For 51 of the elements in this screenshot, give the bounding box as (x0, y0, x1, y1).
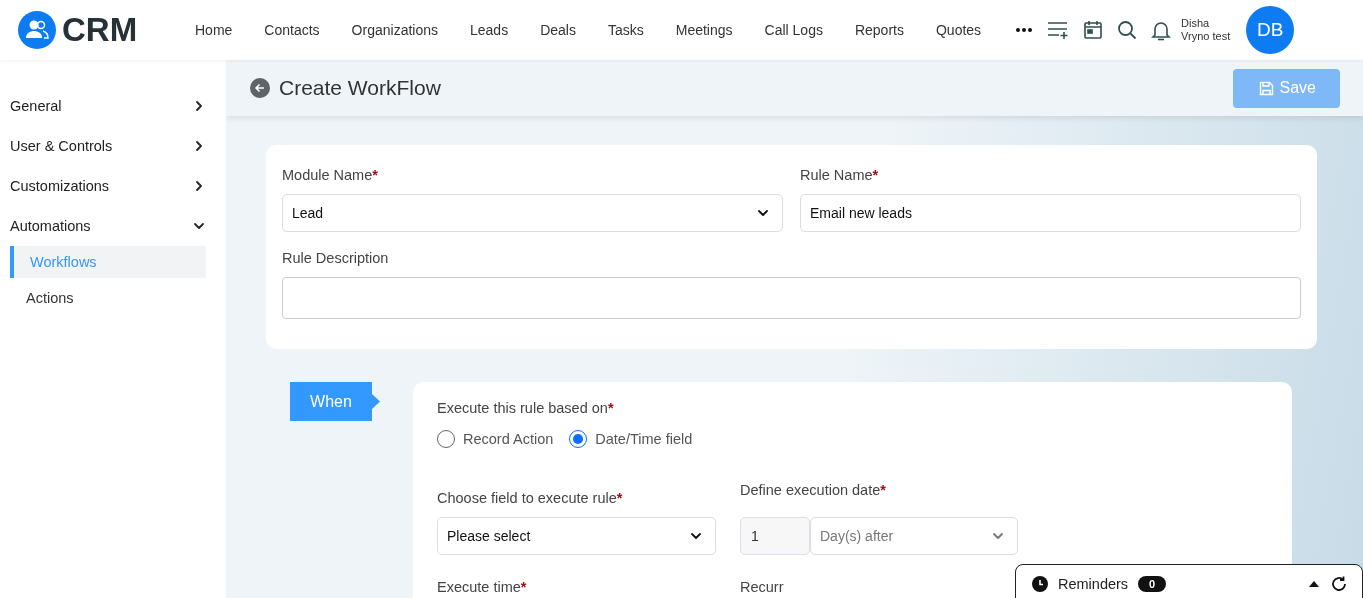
field-label: Choose field to execute rule* (437, 490, 624, 506)
page-title: Create WorkFlow (279, 76, 441, 100)
nav-link[interactable]: Contacts (248, 22, 336, 38)
refresh-icon[interactable] (1330, 575, 1348, 593)
nav-link[interactable]: Tasks (591, 22, 660, 38)
back-icon[interactable] (250, 78, 270, 98)
rule-name-field[interactable]: Email new leads (800, 194, 1301, 232)
more-icon[interactable] (1015, 27, 1034, 33)
module-select[interactable]: Lead (282, 194, 783, 232)
when-badge: When (290, 382, 380, 421)
nav-link[interactable]: Meetings (659, 22, 749, 38)
logo-icon (18, 11, 56, 49)
add-list-icon[interactable] (1047, 20, 1070, 40)
nav-link[interactable]: Organizations (335, 22, 454, 38)
description-field[interactable] (282, 277, 1301, 319)
save-icon (1258, 80, 1274, 96)
nav-link[interactable]: Deals (524, 22, 592, 38)
user-org: Vryno test (1181, 30, 1231, 43)
logo-text: CRM (62, 11, 138, 49)
nav-link[interactable]: Quotes (919, 22, 998, 38)
field-label: Recurr (740, 579, 785, 595)
nav-link[interactable]: Call Logs (748, 22, 839, 38)
count-field[interactable]: 1 (740, 517, 810, 555)
radio-option[interactable]: Date/Time field (569, 430, 693, 448)
field-select[interactable]: Please select (437, 517, 716, 555)
sidebar-item[interactable]: Automations (10, 206, 206, 246)
nav-link[interactable]: Reports (838, 22, 920, 38)
reminders-count: 0 (1138, 576, 1167, 592)
sidebar-subitem[interactable]: Actions (10, 282, 206, 314)
reminders-label: Reminders (1058, 576, 1129, 592)
reminders-panel[interactable]: Reminders 0 (1015, 564, 1363, 598)
field-label: Execute time* (437, 579, 528, 595)
field-label: Module Name* (282, 167, 379, 183)
user-name: Disha (1181, 17, 1211, 30)
field-label: Rule Description (282, 250, 390, 266)
radio-option[interactable]: Record Action (437, 430, 554, 448)
nav-link[interactable]: Home (179, 22, 249, 38)
sidebar-item[interactable]: General (10, 86, 206, 126)
sidebar-item[interactable]: Customizations (10, 166, 206, 206)
calendar-icon[interactable] (1083, 20, 1104, 40)
user-avatar[interactable]: DB (1246, 6, 1295, 54)
search-icon[interactable] (1117, 20, 1138, 40)
nav-link[interactable]: Leads (454, 22, 525, 38)
field-label: Rule Name* (800, 167, 880, 183)
clock-icon (1032, 576, 1048, 592)
sidebar-item[interactable]: User & Controls (10, 126, 206, 166)
caret-up-icon[interactable] (1308, 580, 1320, 588)
field-label: Execute this rule based on* (437, 400, 615, 416)
field-label: Define execution date* (740, 482, 887, 498)
bell-icon[interactable] (1151, 19, 1172, 41)
unit-select[interactable]: Day(s) after (810, 517, 1018, 555)
